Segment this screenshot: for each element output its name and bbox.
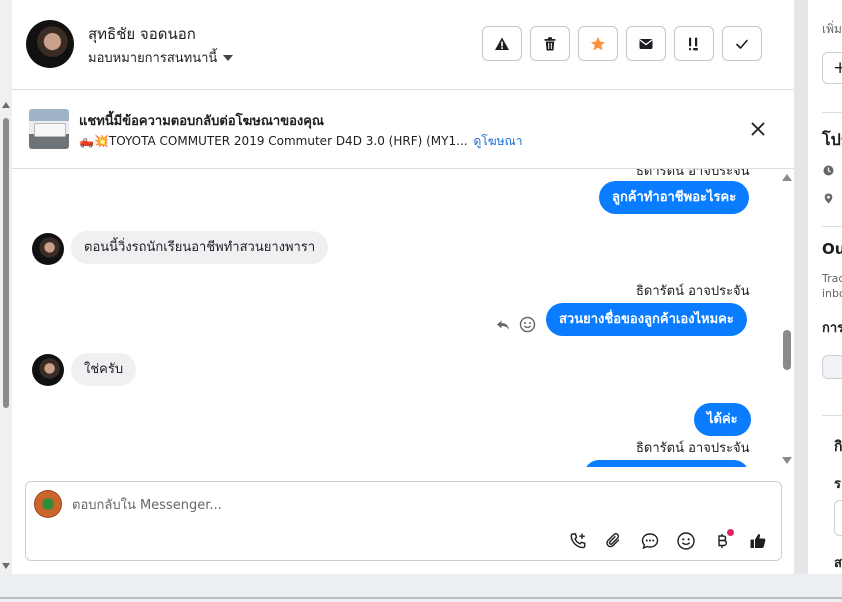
conversation-panel: สุทธิชัย จอดนอก มอบหมายการสนทนานี้ แชทนี…: [12, 0, 794, 574]
composer-toolbar: [565, 528, 770, 553]
message-thread[interactable]: ธิดารัตน์ อาจประจัน ลูกค้าทำอาชีพอะไรคะ …: [12, 169, 794, 467]
panel-input[interactable]: [834, 500, 842, 536]
message-bubble-outgoing[interactable]: [584, 460, 749, 467]
thread-scrollbar[interactable]: [780, 169, 794, 467]
scroll-up-arrow-icon[interactable]: [2, 102, 10, 108]
star-icon: [591, 36, 605, 50]
react-emoji-icon[interactable]: [519, 316, 536, 333]
attach-button[interactable]: [601, 528, 626, 553]
add-button[interactable]: +: [822, 52, 842, 84]
divider: [0, 597, 842, 599]
assign-conversation-dropdown[interactable]: มอบหมายการสนทนานี้: [88, 47, 234, 68]
mark-done-button[interactable]: [722, 26, 762, 61]
panel-description-2: inbo: [822, 287, 842, 300]
mark-unread-button[interactable]: [626, 26, 666, 61]
contact-avatar-small: [32, 354, 64, 386]
panel-field-label-3: ส: [834, 556, 842, 571]
priority-icon: [689, 37, 698, 50]
panel-field-label: การ: [822, 321, 842, 336]
message-sender-name: ธิดารัตน์ อาจประจัน: [636, 284, 750, 299]
panel-subheading: กิ: [834, 439, 842, 455]
contact-avatar-small: [32, 233, 64, 265]
page-avatar: [34, 490, 62, 518]
caret-down-icon: [223, 54, 234, 61]
header-actions: [482, 26, 762, 61]
delete-button[interactable]: [530, 26, 570, 61]
notification-dot: [727, 529, 734, 536]
ad-banner-title: แชทนี้มีข้อความตอบกลับต่อโฆษณาของคุณ: [79, 114, 324, 129]
emoji-button[interactable]: [673, 528, 698, 553]
contact-details-panel: เพิ่ม + โปร Ou Trac inbo การ กิ ร ส: [808, 0, 842, 574]
scrollbar-thumb[interactable]: [3, 118, 9, 408]
panel-select[interactable]: [822, 355, 842, 379]
scroll-up-arrow-icon[interactable]: [782, 174, 792, 181]
contact-name[interactable]: สุทธิชัย จอดนอก: [88, 22, 196, 46]
profile-heading: โปร: [822, 130, 842, 149]
scrollbar-thumb[interactable]: [783, 330, 791, 370]
ad-banner-subtitle: 🛻💥TOYOTA COMMUTER 2019 Commuter D4D 3.0 …: [79, 132, 522, 151]
star-button[interactable]: [578, 26, 618, 61]
divider: [822, 226, 842, 227]
page-scrollbar[interactable]: [0, 0, 12, 574]
follow-up-button[interactable]: [674, 26, 714, 61]
plus-icon: +: [833, 58, 842, 78]
view-ad-link[interactable]: ดูโฆษณา: [474, 134, 523, 148]
conversation-header: สุทธิชัย จอดนอก มอบหมายการสนทนานี้: [12, 0, 794, 90]
message-hover-tools: [495, 316, 536, 333]
thumbs-up-icon: [750, 533, 765, 548]
report-spam-button[interactable]: [482, 26, 522, 61]
call-button[interactable]: [565, 528, 590, 553]
ad-name: 🛻💥TOYOTA COMMUTER 2019 Commuter D4D 3.0 …: [79, 134, 468, 148]
close-icon[interactable]: [749, 120, 767, 138]
reply-composer: [25, 481, 782, 561]
like-button[interactable]: [745, 528, 770, 553]
message-sender-name: ธิดารัตน์ อาจประจัน: [636, 169, 750, 179]
message-bubble-outgoing[interactable]: ได้ค่ะ: [694, 403, 751, 436]
assign-label: มอบหมายการสนทนานี้: [88, 51, 218, 66]
ad-thumbnail[interactable]: [29, 109, 69, 149]
location-pin-icon: [824, 193, 833, 204]
scroll-down-arrow-icon[interactable]: [782, 457, 792, 464]
trash-icon: [544, 36, 556, 50]
panel-description: Trac: [822, 272, 842, 285]
message-bubble-outgoing[interactable]: สวนยางชื่อของลูกค้าเองไหมคะ: [546, 303, 747, 336]
window-bottom-edge: [0, 574, 842, 602]
panel-field-label-2: ร: [834, 477, 841, 492]
contact-avatar[interactable]: [26, 20, 74, 68]
paperclip-icon: [605, 532, 619, 547]
check-icon: [736, 39, 748, 49]
message-sender-name: ธิดารัตน์ อาจประจัน: [636, 441, 750, 456]
message-bubble-incoming[interactable]: ใช่ครับ: [71, 353, 137, 386]
warning-icon: [495, 37, 509, 50]
ad-reply-banner: แชทนี้มีข้อความตอบกลับต่อโฆษณาของคุณ 🛻💥T…: [12, 91, 794, 169]
outcome-heading: Ou: [822, 240, 842, 258]
reply-icon[interactable]: [495, 317, 511, 333]
message-bubble-incoming[interactable]: ตอนนี้วิ่งรถนักเรียนอาชีพทำสวนยางพารา: [71, 231, 329, 264]
divider: [822, 112, 842, 113]
add-label: เพิ่ม: [822, 22, 842, 36]
envelope-icon: [639, 38, 653, 49]
scroll-down-arrow-icon[interactable]: [2, 563, 10, 569]
message-bubble-outgoing[interactable]: ลูกค้าทำอาชีพอะไรคะ: [599, 181, 750, 214]
phone-plus-icon: [569, 532, 585, 548]
divider: [822, 415, 842, 416]
clock-icon: [823, 165, 834, 176]
reply-input[interactable]: [72, 492, 672, 518]
saved-replies-button[interactable]: [637, 528, 662, 553]
chat-bubble-icon: [641, 532, 658, 549]
payment-button[interactable]: [709, 528, 734, 553]
smiley-icon: [676, 531, 695, 550]
